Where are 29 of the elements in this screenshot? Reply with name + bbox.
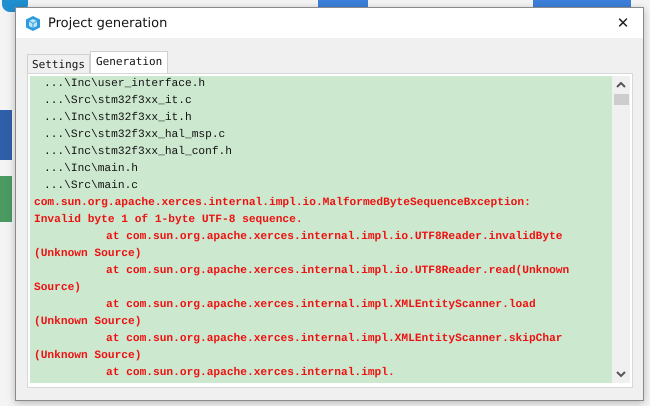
log-line: ...\Src\stm32f3xx_hal_msp.c — [43, 128, 226, 143]
log-line: at com.sun.org.apache.xerces.internal.impl.XMLEntityScanner.load — [105, 298, 537, 313]
log-line: ...\Src\main.c — [43, 178, 139, 194]
window-title: Project generation — [48, 16, 168, 30]
scroll-up-icon[interactable] — [616, 81, 626, 88]
log-line: (Unknown Source) — [34, 246, 142, 262]
tab[interactable]: Generation — [90, 51, 168, 73]
log-line: ...\Inc\stm32f3xx_hal_conf.h — [43, 144, 233, 160]
log-line: at com.sun.org.apache.xerces.internal.impl.io.UTF8Reader.invalidByte — [105, 230, 564, 245]
log-line: (Unknown Source) — [34, 314, 142, 330]
log-line: at com.sun.org.apache.xerces.internal.impl. — [105, 366, 396, 381]
log-line: Source) — [34, 280, 82, 296]
log-line: Invalid byte 1 of 1-byte UTF-8 sequence. — [34, 212, 304, 228]
close-button[interactable]: ✕ — [603, 8, 643, 38]
log-line: at com.sun.org.apache.xerces.internal.impl.io.UTF8Reader.read(Unknown — [105, 264, 570, 279]
log-line: ...\Inc\user_interface.h — [43, 76, 206, 92]
sidebar-panel — [0, 176, 12, 222]
tab[interactable]: Settings — [27, 54, 90, 73]
scrollbar[interactable] — [612, 76, 630, 383]
sidebar-panel — [0, 110, 12, 160]
scroll-down-icon[interactable] — [616, 371, 626, 378]
log-line: at com.sun.org.apache.xerces.internal.impl.XMLEntityScanner.skipChar — [105, 332, 564, 347]
log-line: ...\Src\stm32f3xx_it.c — [43, 94, 193, 109]
log-line: (Unknown Source) — [34, 348, 142, 364]
log-line: ...\Inc\stm32f3xx_it.h — [43, 110, 193, 126]
scroll-thumb[interactable] — [614, 94, 628, 105]
log-line: ...\Inc\main.h — [43, 162, 139, 177]
log-line: com.sun.org.apache.xerces.internal.impl.io.MalformedByteSequenceBxception: — [34, 196, 532, 211]
cube-icon — [25, 14, 41, 32]
